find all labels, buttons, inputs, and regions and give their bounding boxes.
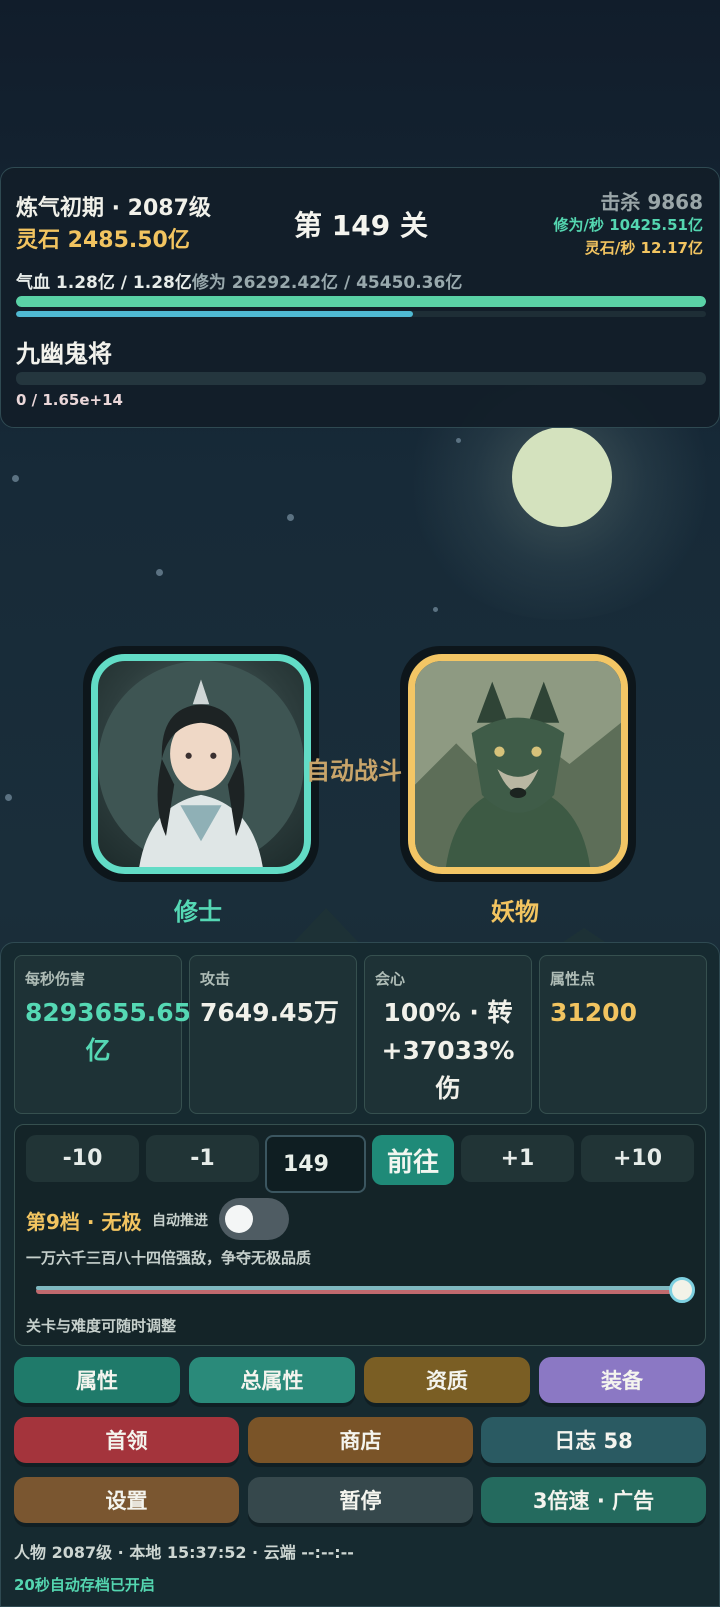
total-attributes-button[interactable]: 总属性 <box>189 1357 355 1403</box>
stage-plus-10-button[interactable]: +10 <box>581 1135 694 1182</box>
stage-number-input[interactable] <box>265 1135 366 1193</box>
stage-minus-10-button[interactable]: -10 <box>26 1135 139 1182</box>
player-portrait[interactable] <box>83 646 319 882</box>
log-button[interactable]: 日志 58 <box>481 1417 706 1463</box>
player-hp-bar <box>16 296 706 307</box>
player-hp-text: 气血 1.28亿 / 1.28亿 <box>16 273 192 293</box>
stat-value-attribute-points: 31200 <box>550 998 637 1027</box>
stat-card-attack: 攻击 7649.45万 <box>189 955 357 1114</box>
autosave-notice: 20秒自动存档已开启 <box>14 1576 155 1594</box>
wolf-demon-icon <box>415 661 621 867</box>
mountain-silhouette <box>292 908 360 944</box>
cultivation-bar <box>16 311 706 317</box>
star <box>12 475 19 482</box>
moon <box>512 427 612 527</box>
stat-card-crit: 会心 100% · 转+37033%伤 <box>364 955 532 1114</box>
stat-card-dps: 每秒伤害 8293655.65亿 <box>14 955 192 1114</box>
stage-minus-1-button[interactable]: -1 <box>146 1135 259 1182</box>
monster-avatar <box>408 654 628 874</box>
tier-description: 一万六千三百八十四倍强敌，争夺无极品质 <box>26 1249 312 1267</box>
auto-advance-toggle[interactable] <box>219 1198 289 1240</box>
adjust-hint: 关卡与难度可随时调整 <box>26 1317 177 1335</box>
stat-title: 每秒伤害 <box>25 970 86 988</box>
stat-card-attribute-points: 属性点 31200 <box>539 955 707 1114</box>
stones-per-second: 灵石/秒 12.17亿 <box>584 239 703 257</box>
auto-battle-indicator: 自动战斗 <box>306 757 402 785</box>
player-label: 修士 <box>174 898 222 926</box>
speed-ad-button[interactable]: 3倍速 · 广告 <box>481 1477 706 1523</box>
status-hud: 炼气初期 · 2087级 灵石 2485.50亿 第 149 关 击杀 9868… <box>0 167 720 428</box>
cultivation-per-second: 修为/秒 10425.51亿 <box>553 216 703 234</box>
shop-button[interactable]: 商店 <box>248 1417 473 1463</box>
star <box>287 514 294 521</box>
enemy-name: 九幽鬼将 <box>16 340 112 368</box>
star <box>5 794 12 801</box>
difficulty-slider-fill <box>36 1286 684 1290</box>
aptitude-button[interactable]: 资质 <box>364 1357 530 1403</box>
cultivation-text: 修为 26292.42亿 / 45450.36亿 <box>191 273 463 293</box>
star <box>456 438 461 443</box>
hp-xp-line: 气血 1.28亿 / 1.28亿修为 26292.42亿 / 45450.36亿 <box>16 268 462 293</box>
stat-title: 属性点 <box>550 970 596 988</box>
stat-title: 会心 <box>375 970 406 988</box>
stage-plus-1-button[interactable]: +1 <box>461 1135 574 1182</box>
stat-value-attack: 7649.45万 <box>200 998 339 1027</box>
difficulty-tier: 第9档 · 无极 <box>26 1210 142 1234</box>
attributes-button[interactable]: 属性 <box>14 1357 180 1403</box>
stat-value-crit: 100% · 转+37033%伤 <box>381 998 515 1103</box>
stat-value-dps: 8293655.65亿 <box>25 998 192 1065</box>
equipment-button[interactable]: 装备 <box>539 1357 705 1403</box>
star <box>433 607 438 612</box>
difficulty-slider-thumb[interactable] <box>669 1277 695 1303</box>
cultivation-bar-fill <box>16 311 413 317</box>
stat-title: 攻击 <box>200 970 231 988</box>
player-avatar <box>91 654 311 874</box>
enemy-hp-text: 0 / 1.65e+14 <box>16 391 123 409</box>
pause-button[interactable]: 暂停 <box>248 1477 473 1523</box>
cultivator-icon <box>98 661 304 867</box>
status-footer: 人物 2087级 · 本地 15:37:52 · 云端 --:--:-- <box>14 1543 354 1562</box>
kill-count: 击杀 9868 <box>600 190 703 214</box>
monster-portrait[interactable] <box>400 646 636 882</box>
toggle-knob <box>225 1205 253 1233</box>
go-to-stage-button[interactable]: 前往 <box>372 1135 454 1185</box>
star <box>156 569 163 576</box>
monster-label: 妖物 <box>491 898 539 926</box>
auto-advance-label: 自动推进 <box>152 1213 208 1229</box>
enemy-hp-bar <box>16 372 706 385</box>
player-hp-bar-fill <box>16 296 706 307</box>
boss-button[interactable]: 首领 <box>14 1417 239 1463</box>
settings-button[interactable]: 设置 <box>14 1477 239 1523</box>
